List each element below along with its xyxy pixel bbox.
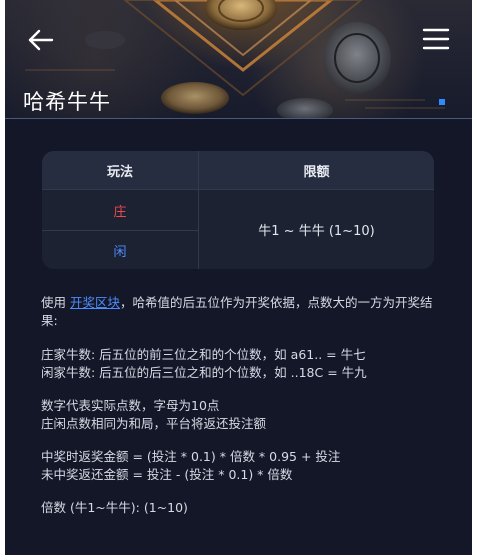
menu-button[interactable] [421, 26, 451, 52]
app-screen: 哈希牛牛 玩法 限额 庄 闲 牛1 ~ 牛牛 (1~10) 使用 开奖区块，哈希… [5, 0, 472, 555]
draw-block-link[interactable]: 开奖区块 [70, 295, 120, 310]
table-cell-banker: 庄 [113, 204, 127, 220]
table-header-play: 玩法 [42, 151, 198, 189]
intro-prefix: 使用 [41, 295, 70, 310]
back-button[interactable] [25, 26, 57, 54]
banker-rule: 庄家牛数: 后五位的前三位之和的个位数，如 a61.. = 牛七 [41, 347, 366, 362]
lose-formula: 未中奖返还金额 = 投注 - (投注 * 0.1) * 倍数 [41, 467, 293, 482]
multiplier-rule: 倍数 (牛1~牛牛): (1~10) [41, 500, 188, 515]
table-cell-player: 闲 [113, 244, 127, 260]
hero-banner: 哈希牛牛 [5, 0, 472, 118]
status-indicator [439, 99, 445, 105]
table-cell-limit: 牛1 ~ 牛牛 (1~10) [258, 224, 375, 239]
hamburger-menu-icon [422, 28, 450, 50]
page-title: 哈希牛牛 [23, 90, 111, 114]
player-rule: 闲家牛数: 后五位的后三位之和的个位数，如 ..18C = 牛九 [41, 365, 367, 380]
win-formula: 中奖时返奖金额 = (投注 * 0.1) * 倍数 * 0.95 + 投注 [41, 449, 341, 464]
table-header-limit: 限额 [199, 151, 434, 189]
rules-description: 使用 开奖区块，哈希值的后五位作为开奖依据，点数大的一方为开奖结果: 庄家牛数:… [41, 294, 441, 517]
arrow-left-icon [28, 29, 54, 51]
rules-intro: 使用 开奖区块，哈希值的后五位作为开奖依据，点数大的一方为开奖结果: [41, 294, 441, 330]
limit-table: 玩法 限额 庄 闲 牛1 ~ 牛牛 (1~10) [42, 151, 434, 269]
tie-rule: 庄闲点数相同为和局，平台将返还投注额 [41, 416, 267, 431]
digit-rule: 数字代表实际点数，字母为10点 [41, 398, 220, 413]
header-divider [5, 118, 472, 119]
